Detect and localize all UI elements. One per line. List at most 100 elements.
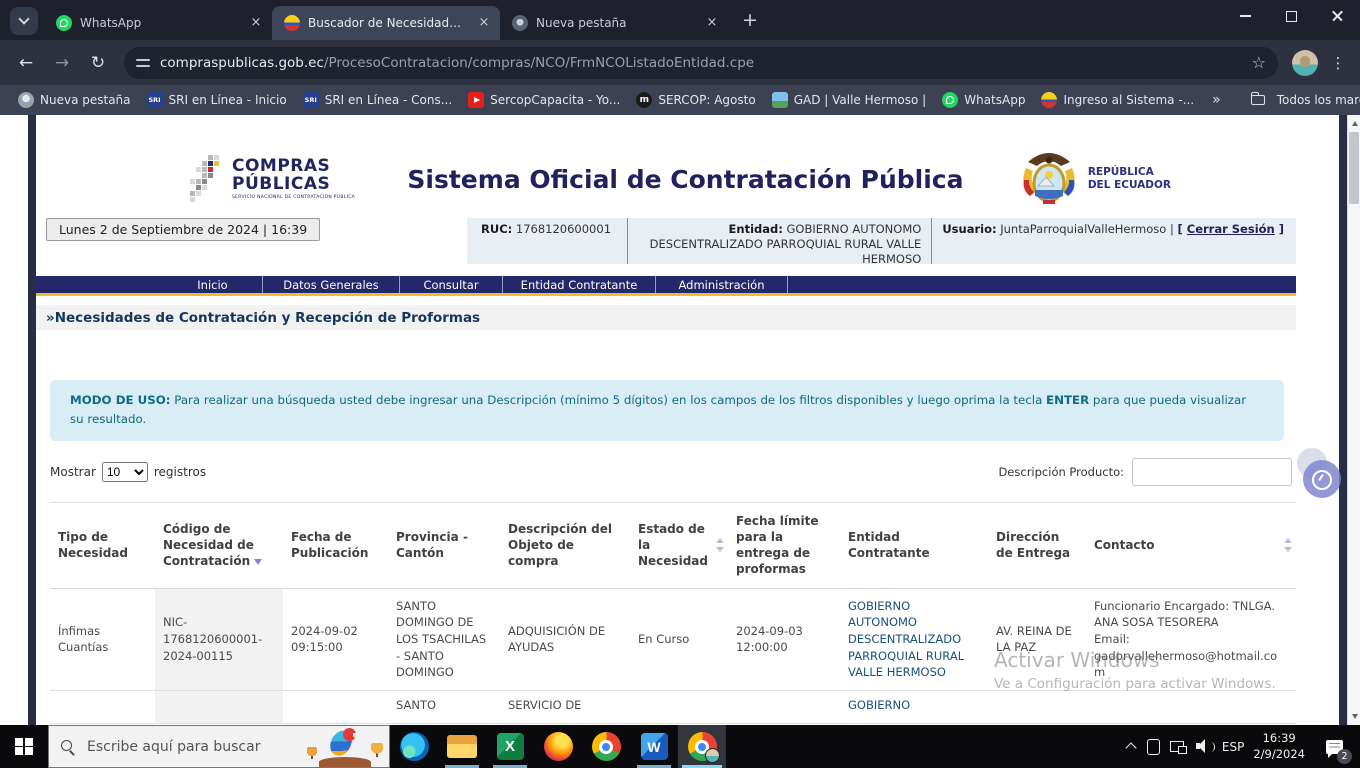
scroll-up-arrow[interactable] [1348,116,1360,131]
all-bookmarks-button[interactable]: Todos los marcadores [1243,90,1360,110]
floating-extension-widget[interactable] [1297,448,1341,498]
watermark-line2: Ve a Configuración para activar Windows. [994,676,1276,692]
page-size-prefix: Mostrar [50,464,96,479]
tab-search-button[interactable] [10,7,38,35]
column-header-label: Estado de la Necesidad [638,521,708,569]
taskbar-explorer-button[interactable] [438,725,486,768]
browser-tab[interactable]: WhatsApp × [44,6,272,40]
forward-button[interactable]: → [46,47,78,79]
minimize-button[interactable] [1222,0,1268,32]
ruc-value: 1768120600001 [515,222,612,236]
taskbar-clock[interactable]: 16:39 2/9/2024 [1253,731,1305,762]
taskbar-chrome-button[interactable] [582,725,630,768]
watermark-line1: Activar Windows [994,648,1160,672]
bookmark-item[interactable]: SercopCapacita - Yo... [460,89,628,111]
cell-6 [630,690,728,724]
column-header-8[interactable]: Entidad Contratante [840,502,988,589]
bookmark-item[interactable]: Nueva pestaña [10,89,139,111]
page-title: Sistema Oficial de Contratación Pública [407,164,964,194]
tab-close-icon[interactable]: × [704,15,720,31]
chrome-icon [591,732,621,761]
cell-3: 2024-09-02 09:15:00 [283,588,388,691]
bookmark-item[interactable]: WhatsApp [934,89,1033,111]
session-row: Lunes 2 de Septiembre de 2024 | 16:39 RU… [36,218,1296,266]
ecuador-favicon-icon [284,15,300,31]
column-header-label: Dirección de Entrega [996,529,1071,561]
page-right-border [1339,115,1347,725]
nav-item-datos-generales[interactable]: Datos Generales [263,276,400,293]
bookmark-item[interactable]: Ingreso al Sistema -... [1033,89,1202,111]
folder-icon [1250,92,1265,105]
profile-avatar[interactable] [1292,49,1318,76]
tray-device-icon[interactable] [1144,739,1161,755]
taskbar-excel-button[interactable] [486,725,534,768]
cell-8[interactable]: GOBIERNO AUTONOMO DESCENTRALIZADO PARROQ… [840,588,988,691]
clock-widget-icon[interactable] [1303,460,1341,498]
column-header-label: Descripción del Objeto de compra [508,521,613,569]
bookmark-item[interactable]: SRI SRI en Línea - Cons... [295,89,460,111]
profile-avatar-overlay [705,748,720,763]
column-header-1[interactable]: Tipo de Necesidad [50,502,155,589]
nav-item-administracion[interactable]: Administración [656,276,788,293]
notification-center-button[interactable]: 2 [1314,725,1354,768]
taskbar-word-button[interactable] [630,725,678,768]
bookmark-star-icon[interactable]: ☆ [1252,53,1266,72]
address-bar[interactable]: compraspublicas.gob.ec/ProcesoContrataci… [124,46,1278,79]
nav-item-inicio[interactable]: Inicio [163,276,263,293]
page-left-border [28,115,36,725]
nav-item-entidad-contratante[interactable]: Entidad Contratante [503,276,656,293]
network-icon[interactable] [1169,739,1187,754]
product-filter-input[interactable] [1132,457,1292,486]
bookmark-item[interactable]: SRI SRI en Línea - Inicio [139,89,295,111]
volume-icon[interactable] [1195,739,1215,754]
browser-tab[interactable]: Buscador de Necesidades de Co × [272,6,500,40]
cell-5: SERVICIO DE [500,690,630,724]
column-header-4[interactable]: Provincia - Cantón [388,502,500,589]
taskbar-firefox-button[interactable] [534,725,582,768]
column-header-10[interactable]: Contacto [1086,502,1296,589]
start-button[interactable] [0,725,48,768]
browser-menu-icon[interactable]: ⋮ [1326,54,1350,72]
taskbar-search[interactable]: Escribe aquí para buscar [48,725,390,768]
browser-tab[interactable]: Nueva pestaña × [500,6,728,40]
republica-line1: REPÚBLICA [1087,165,1154,178]
scroll-down-arrow[interactable] [1348,709,1360,724]
site-info-icon[interactable] [136,57,150,69]
republica-line2: DEL ECUADOR [1087,179,1171,191]
bookmarks-overflow-button[interactable]: » [1202,92,1231,108]
page-size-select[interactable]: 10 [101,461,148,482]
sort-icon[interactable] [716,538,725,553]
taskbar-chrome-active-button[interactable] [678,725,726,768]
separator: | [1169,222,1174,236]
column-header-5[interactable]: Descripción del Objeto de compra [500,502,630,589]
column-header-7[interactable]: Fecha límite para la entrega de proforma… [728,502,840,589]
scrollbar-thumb[interactable] [1349,132,1359,204]
bookmark-item[interactable]: GAD | Valle Hermoso | [764,89,935,111]
sort-desc-icon[interactable] [254,558,263,565]
tab-close-icon[interactable]: × [248,15,264,31]
reload-button[interactable]: ↻ [82,47,114,79]
tab-close-icon[interactable]: × [476,15,492,31]
cell-8[interactable]: GOBIERNO [840,690,988,724]
bookmark-item[interactable]: m SERCOP: Agosto [628,89,763,111]
new-tab-button[interactable]: + [736,7,764,35]
column-header-6[interactable]: Estado de la Necesidad [630,502,728,589]
taskbar-edge-button[interactable] [390,725,438,768]
tray-expand-icon[interactable] [1125,742,1137,754]
logout-link[interactable]: [ Cerrar Sesión ] [1177,222,1284,236]
nav-item-consultar[interactable]: Consultar [400,276,503,293]
close-window-button[interactable] [1314,0,1360,32]
back-button[interactable]: ← [10,47,42,79]
page-scrollbar[interactable] [1347,115,1360,725]
column-header-label: Contacto [1094,538,1155,553]
url-text: compraspublicas.gob.ec/ProcesoContrataci… [160,55,1242,71]
maximize-button[interactable] [1268,0,1314,32]
column-header-3[interactable]: Fecha de Publicación [283,502,388,589]
cell-1: Ínfimas Cuantías [50,588,155,691]
keyboard-language[interactable]: ESP [1222,740,1244,754]
column-header-label: Fecha de Publicación [291,529,369,561]
column-header-2[interactable]: Código de Necesidad de Contratación [155,502,283,589]
usuario-label: Usuario: [942,222,997,236]
column-header-9[interactable]: Dirección de Entrega [988,502,1086,589]
sort-icon[interactable] [1284,538,1293,553]
